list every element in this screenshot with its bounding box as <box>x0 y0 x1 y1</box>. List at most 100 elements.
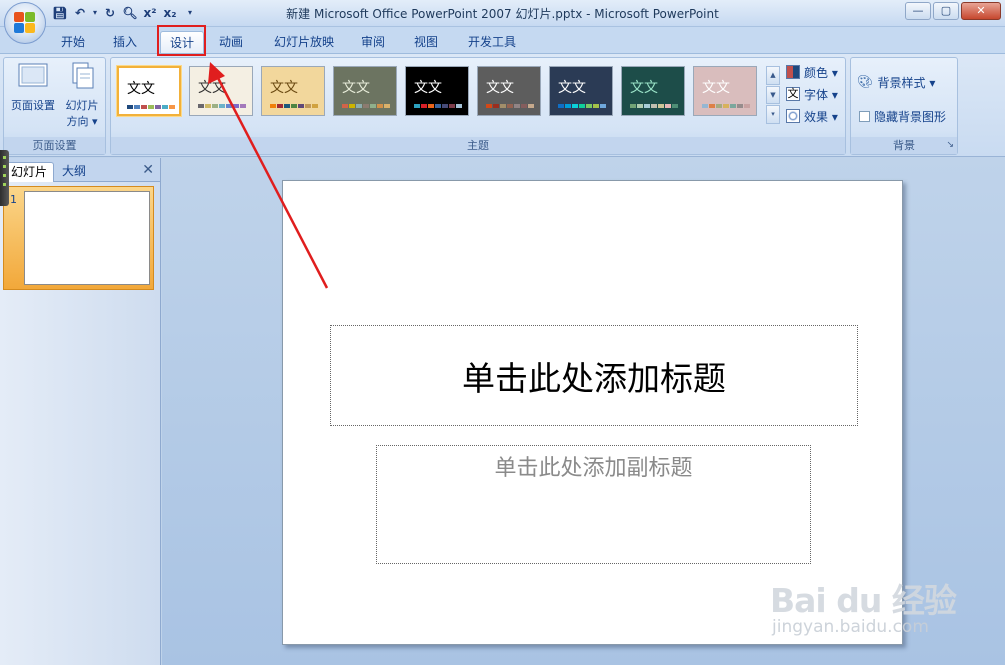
color-swatch <box>442 104 448 108</box>
theme-civic[interactable]: 文文 <box>333 66 397 116</box>
color-swatch <box>723 104 729 108</box>
theme-equity[interactable]: 文文 <box>477 66 541 116</box>
window-controls: — ▢ ✕ <box>905 2 1001 20</box>
tab-slides[interactable]: 幻灯片 <box>4 162 55 182</box>
gallery-more-icon[interactable]: ▾ <box>766 105 780 125</box>
theme-office[interactable]: 文文 <box>117 66 181 116</box>
color-swatch <box>637 104 643 108</box>
theme-aspect[interactable]: 文文 <box>261 66 325 116</box>
pane-tabs: 幻灯片 大纲 ✕ <box>0 158 160 182</box>
color-swatch <box>169 105 175 109</box>
color-swatch <box>198 104 204 108</box>
theme-sample-text: 文文 <box>414 80 442 96</box>
color-swatch <box>593 104 599 108</box>
maximize-button[interactable]: ▢ <box>933 2 959 20</box>
tab-home[interactable]: 开始 <box>54 31 92 53</box>
hide-background-graphics[interactable]: 隐藏背景图形 <box>859 106 946 126</box>
hide-background-checkbox[interactable] <box>859 110 870 122</box>
theme-flow[interactable]: 文文 <box>549 66 613 116</box>
color-swatch <box>579 104 585 108</box>
watermark-brand: Bai du 经验 <box>770 581 957 620</box>
color-swatch <box>240 104 246 108</box>
title-placeholder[interactable]: 单击此处添加标题 <box>330 325 858 426</box>
tab-animations[interactable]: 动画 <box>212 31 250 53</box>
theme-apex[interactable]: 文文 <box>189 66 253 116</box>
minimize-button[interactable]: — <box>905 2 931 20</box>
theme-color-swatches <box>270 104 318 108</box>
ribbon-tabs: 开始 插入 设计 动画 幻灯片放映 审阅 视图 开发工具 <box>0 27 1005 54</box>
theme-sample-text: 文文 <box>342 80 370 96</box>
office-button[interactable] <box>4 2 46 44</box>
side-grip-handle[interactable] <box>0 150 9 206</box>
color-swatch <box>565 104 571 108</box>
title-placeholder-text: 单击此处添加标题 <box>462 358 726 398</box>
theme-color-swatches <box>630 104 678 108</box>
color-swatch <box>586 104 592 108</box>
theme-fonts-button[interactable]: 文 字体 ▾ <box>786 84 838 104</box>
tab-insert[interactable]: 插入 <box>106 31 144 53</box>
theme-color-swatches <box>558 104 606 108</box>
page-setup-label: 页面设置 <box>11 99 55 112</box>
color-swatch <box>600 104 606 108</box>
color-swatch <box>134 105 140 109</box>
dialog-launcher-icon[interactable]: ↘ <box>946 137 954 154</box>
group-label-background: 背景 ↘ <box>851 137 957 154</box>
theme-effects-button[interactable]: 效果 ▾ <box>786 106 838 126</box>
annotation-highlight-box <box>157 25 206 56</box>
color-swatch <box>162 105 168 109</box>
color-swatch <box>744 104 750 108</box>
theme-concourse[interactable]: 文文 <box>405 66 469 116</box>
tab-review[interactable]: 审阅 <box>354 31 392 53</box>
color-swatch <box>127 105 133 109</box>
group-page-setup: 页面设置 幻灯片 方向 ▾ 页面设置 <box>3 57 106 155</box>
page-setup-icon <box>18 63 48 87</box>
color-swatch <box>349 104 355 108</box>
color-swatch <box>305 104 311 108</box>
color-swatch <box>155 105 161 109</box>
theme-foundry[interactable]: 文文 <box>621 66 685 116</box>
color-swatch <box>356 104 362 108</box>
color-swatch <box>233 104 239 108</box>
gallery-scroll-down-icon[interactable]: ▼ <box>766 85 780 105</box>
slide-thumbnail[interactable] <box>24 191 150 285</box>
color-swatch <box>730 104 736 108</box>
theme-gallery-scroll: ▲ ▼ ▾ <box>766 66 780 125</box>
slide-number: 1 <box>10 193 17 206</box>
close-button[interactable]: ✕ <box>961 2 1001 20</box>
color-swatch <box>665 104 671 108</box>
theme-median[interactable]: 文文 <box>693 66 757 116</box>
theme-colors-button[interactable]: 颜色 ▾ <box>786 62 838 82</box>
color-swatch <box>709 104 715 108</box>
pane-close-icon[interactable]: ✕ <box>142 162 154 178</box>
color-swatch <box>521 104 527 108</box>
tab-developer[interactable]: 开发工具 <box>461 31 523 53</box>
slide-thumbnail-selected[interactable]: 1 <box>3 186 154 290</box>
background-styles-label: 背景样式 ▾ <box>877 75 936 90</box>
color-swatch <box>148 105 154 109</box>
window-title: 新建 Microsoft Office PowerPoint 2007 幻灯片.… <box>286 7 719 21</box>
tab-view[interactable]: 视图 <box>407 31 445 53</box>
theme-sample-text: 文文 <box>558 80 586 96</box>
color-swatch <box>421 104 427 108</box>
color-swatch <box>205 104 211 108</box>
gallery-scroll-up-icon[interactable]: ▲ <box>766 66 780 85</box>
color-swatch <box>277 104 283 108</box>
group-label-page-setup: 页面设置 <box>4 137 105 154</box>
page-setup-button[interactable]: 页面设置 <box>8 62 58 114</box>
subtitle-placeholder[interactable]: 单击此处添加副标题 <box>376 445 811 564</box>
tab-outline[interactable]: 大纲 <box>56 162 92 182</box>
color-swatch <box>291 104 297 108</box>
slide-orientation-button[interactable]: 幻灯片 方向 ▾ <box>60 62 104 130</box>
color-swatch <box>219 104 225 108</box>
ribbon: 页面设置 幻灯片 方向 ▾ 页面设置 文文 文文 文文 文文 文文 文文 文文 文文 文文 ▲ … <box>0 53 1005 157</box>
theme-color-swatches <box>342 104 390 108</box>
color-swatch <box>270 104 276 108</box>
color-swatch <box>507 104 513 108</box>
background-styles-button[interactable]: 🎨︎ 背景样式 ▾ <box>857 72 935 92</box>
color-swatch <box>449 104 455 108</box>
color-swatch <box>212 104 218 108</box>
background-group-label: 背景 <box>893 139 915 152</box>
color-swatch <box>141 105 147 109</box>
tab-slide-show[interactable]: 幻灯片放映 <box>266 31 342 53</box>
color-swatch <box>312 104 318 108</box>
